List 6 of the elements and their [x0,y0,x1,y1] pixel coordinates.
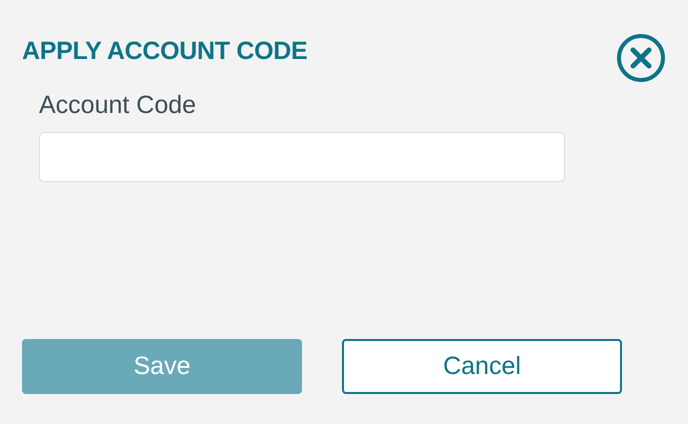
account-code-field[interactable] [39,132,565,182]
cancel-button[interactable]: Cancel [342,339,622,394]
close-button[interactable] [616,33,666,83]
field-label: Account Code [39,91,198,120]
dialog-title: APPLY ACCOUNT CODE [22,37,308,66]
close-icon [616,33,666,83]
